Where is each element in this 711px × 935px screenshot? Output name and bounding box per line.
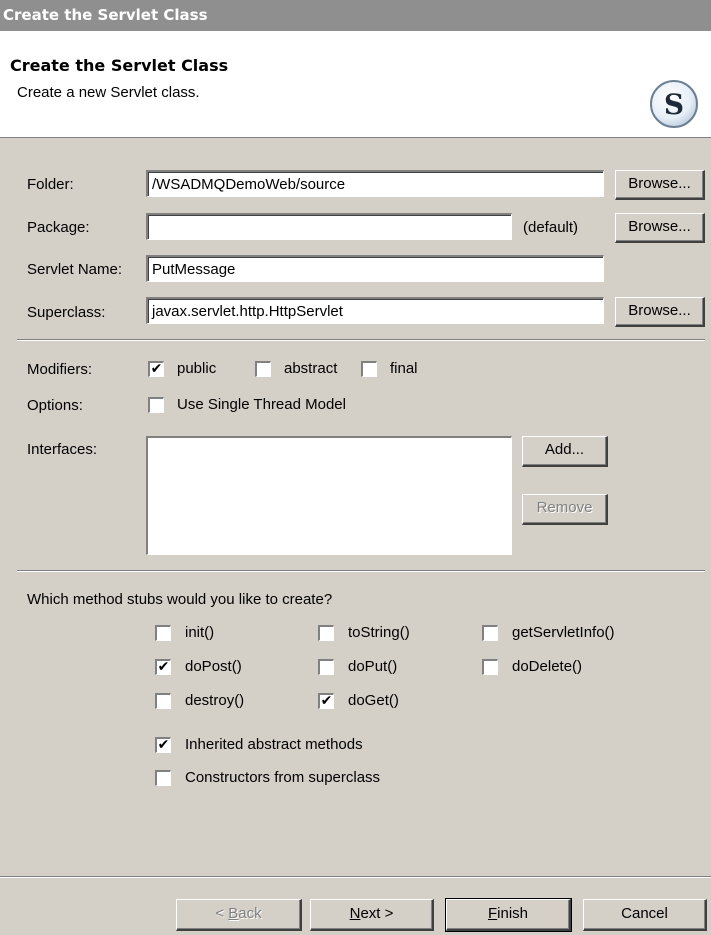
next-rest: ext >: [360, 905, 394, 922]
inherited-abstract-checkbox[interactable]: ✔: [155, 737, 171, 753]
banner-description: Create a new Servlet class.: [17, 84, 200, 101]
separator: [0, 876, 711, 878]
servlet-name-input[interactable]: PutMessage: [146, 255, 604, 282]
options-label: Options:: [27, 397, 83, 414]
remove-interface-button[interactable]: Remove: [522, 494, 608, 525]
finish-rest: inish: [497, 905, 529, 922]
folder-input[interactable]: /WSADMQDemoWeb/source: [146, 170, 604, 197]
finish-button[interactable]: Finish: [445, 898, 572, 932]
back-prefix: <: [215, 905, 229, 922]
cancel-button[interactable]: Cancel: [583, 899, 707, 931]
public-checkbox[interactable]: ✔: [148, 361, 164, 377]
package-input[interactable]: [146, 213, 512, 240]
modifiers-label: Modifiers:: [27, 361, 93, 378]
banner-title: Create the Servlet Class: [10, 56, 229, 75]
doget-label: doGet(): [348, 692, 399, 709]
package-default-hint: (default): [523, 219, 579, 236]
back-mnemonic: B: [228, 905, 239, 922]
dodelete-checkbox[interactable]: [482, 659, 498, 675]
folder-label: Folder:: [27, 176, 74, 193]
tostring-checkbox[interactable]: [318, 625, 334, 641]
doput-label: doPut(): [348, 658, 398, 675]
tostring-label: toString(): [348, 624, 410, 641]
servlet-logo-icon: S: [650, 80, 698, 128]
interfaces-label: Interfaces:: [27, 441, 98, 458]
inherited-abstract-label: Inherited abstract methods: [185, 736, 363, 753]
window-title: Create the Servlet Class: [3, 6, 208, 24]
doget-checkbox[interactable]: ✔: [318, 693, 334, 709]
back-rest: ack: [238, 905, 262, 922]
public-label: public: [177, 360, 217, 377]
package-label: Package:: [27, 219, 90, 236]
finish-mnemonic: F: [487, 905, 498, 922]
separator: [17, 570, 705, 572]
init-label: init(): [185, 624, 215, 641]
getservletinfo-checkbox[interactable]: [482, 625, 498, 641]
final-label: final: [390, 360, 418, 377]
next-mnemonic: N: [349, 905, 361, 922]
doput-checkbox[interactable]: [318, 659, 334, 675]
final-checkbox[interactable]: [361, 361, 377, 377]
single-thread-checkbox[interactable]: [148, 397, 164, 413]
destroy-label: destroy(): [185, 692, 245, 709]
add-interface-button[interactable]: Add...: [522, 436, 608, 467]
abstract-label: abstract: [284, 360, 338, 377]
logo-letter: S: [663, 87, 685, 121]
window-title-bar: Create the Servlet Class: [0, 0, 711, 31]
servlet-name-label: Servlet Name:: [27, 261, 123, 278]
next-button[interactable]: Next >: [310, 899, 434, 931]
destroy-checkbox[interactable]: [155, 693, 171, 709]
dodelete-label: doDelete(): [512, 658, 583, 675]
separator: [17, 339, 705, 341]
dopost-label: doPost(): [185, 658, 242, 675]
single-thread-label: Use Single Thread Model: [177, 396, 346, 413]
constructors-label: Constructors from superclass: [185, 769, 381, 786]
superclass-label: Superclass:: [27, 304, 106, 321]
package-browse-button[interactable]: Browse...: [615, 213, 705, 243]
dopost-checkbox[interactable]: ✔: [155, 659, 171, 675]
interfaces-list[interactable]: [146, 436, 512, 555]
superclass-input[interactable]: javax.servlet.http.HttpServlet: [146, 297, 604, 324]
superclass-browse-button[interactable]: Browse...: [615, 297, 705, 327]
constructors-checkbox[interactable]: [155, 770, 171, 786]
stubs-question: Which method stubs would you like to cre…: [27, 591, 333, 608]
folder-browse-button[interactable]: Browse...: [615, 170, 705, 200]
getservletinfo-label: getServletInfo(): [512, 624, 615, 641]
init-checkbox[interactable]: [155, 625, 171, 641]
back-button[interactable]: < Back: [176, 899, 302, 931]
abstract-checkbox[interactable]: [255, 361, 271, 377]
